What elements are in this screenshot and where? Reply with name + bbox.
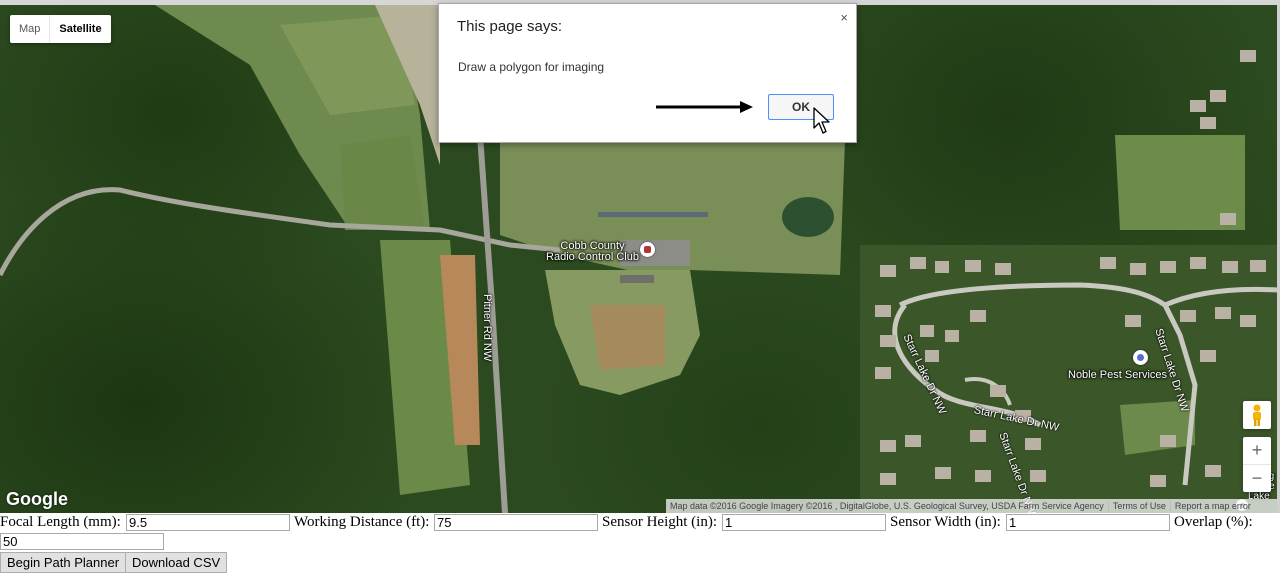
sensor-width-label: Sensor Width (in): (890, 514, 1001, 530)
field-strip (340, 135, 425, 230)
working-distance-label: Working Distance (ft): (294, 514, 430, 530)
street-view-pegman-icon[interactable] (1243, 401, 1271, 429)
map-type-map-button[interactable]: Map (10, 15, 51, 43)
report-map-error-link[interactable]: Report a map error (1169, 501, 1255, 511)
working-distance-input[interactable] (434, 514, 598, 531)
road-label-pitner: Pitner Rd NW (481, 294, 493, 362)
dialog-close-icon[interactable]: × (840, 10, 848, 25)
alert-dialog: This page says: × Draw a polygon for ima… (438, 3, 857, 143)
dirt-patch (590, 305, 665, 370)
map-type-satellite-button[interactable]: Satellite (50, 15, 110, 43)
poi-label-radio-club[interactable]: Cobb County Radio Control Club (545, 241, 640, 263)
road-west (0, 187, 561, 277)
focal-length-label: Focal Length (mm): (0, 514, 121, 530)
map-type-control[interactable]: Map Satellite (10, 15, 111, 43)
pest-services-pin-icon[interactable] (1133, 350, 1148, 365)
sensor-height-label: Sensor Height (in): (602, 514, 717, 530)
pond (782, 197, 834, 237)
sensor-width-input[interactable] (1006, 514, 1170, 531)
download-csv-button[interactable]: Download CSV (125, 552, 228, 573)
google-logo: Google (6, 489, 68, 509)
begin-path-planner-button[interactable]: Begin Path Planner (0, 552, 127, 573)
poi-label-noble-pest[interactable]: Noble Pest Services (1068, 370, 1167, 381)
attribution-data: Map data ©2016 Google Imagery ©2016 , Di… (670, 501, 1104, 511)
radio-club-pin-icon[interactable] (640, 242, 655, 257)
zoom-control[interactable]: + − (1243, 437, 1271, 492)
overlap-input[interactable] (0, 533, 164, 550)
arrow-right-icon (656, 101, 753, 113)
zoom-out-button[interactable]: − (1243, 465, 1271, 492)
zoom-in-button[interactable]: + (1243, 437, 1271, 465)
sensor-height-input[interactable] (722, 514, 886, 531)
focal-length-input[interactable] (126, 514, 290, 531)
mouse-cursor-icon (813, 107, 830, 134)
dialog-title: This page says: (457, 18, 563, 35)
map-attribution: Map data ©2016 Google Imagery ©2016 , Di… (666, 499, 1277, 513)
terms-of-use-link[interactable]: Terms of Use (1107, 501, 1170, 511)
dialog-message: Draw a polygon for imaging (458, 60, 605, 74)
overlap-label: Overlap (%): (1174, 514, 1253, 530)
